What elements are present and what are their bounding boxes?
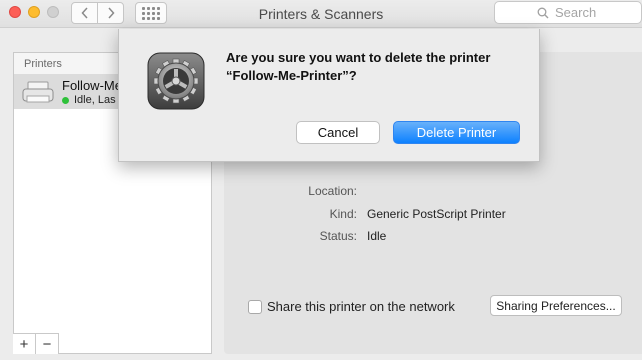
kind-row: Kind: Generic PostScript Printer xyxy=(224,207,642,225)
system-preferences-gear-icon xyxy=(147,52,205,110)
search-icon xyxy=(537,7,549,18)
remove-printer-button[interactable]: − xyxy=(36,334,59,354)
printer-status-text: Idle, Las xyxy=(74,94,116,106)
status-value: Idle xyxy=(367,229,387,243)
add-printer-button[interactable]: + xyxy=(13,334,36,354)
printer-icon xyxy=(22,81,54,103)
cancel-button[interactable]: Cancel xyxy=(296,121,380,144)
add-remove-controls: + − xyxy=(13,333,59,354)
share-printer-checkbox[interactable] xyxy=(248,299,262,314)
printer-status: Idle, Las xyxy=(62,94,116,106)
kind-value: Generic PostScript Printer xyxy=(367,207,506,221)
search-placeholder: Search xyxy=(555,5,597,20)
dialog-message-line1: Are you sure you want to delete the prin… xyxy=(226,50,491,65)
share-printer-option[interactable]: Share this printer on the network xyxy=(248,299,455,314)
status-row: Status: Idle xyxy=(224,229,642,247)
delete-confirmation-dialog: Are you sure you want to delete the prin… xyxy=(118,29,540,162)
kind-label: Kind: xyxy=(329,207,357,221)
status-label: Status: xyxy=(319,229,357,243)
sharing-preferences-button[interactable]: Sharing Preferences... xyxy=(490,295,622,316)
title-bar: Printers & Scanners Search xyxy=(0,0,642,28)
status-dot-icon xyxy=(62,96,69,104)
location-row: Location: xyxy=(224,184,642,202)
delete-printer-button[interactable]: Delete Printer xyxy=(393,121,520,144)
printer-name: Follow-Me xyxy=(62,78,122,93)
search-field[interactable]: Search xyxy=(494,1,642,24)
dialog-message-line2: “Follow-Me-Printer”? xyxy=(226,68,357,83)
location-label: Location: xyxy=(308,184,357,198)
share-printer-label: Share this printer on the network xyxy=(267,299,455,314)
dialog-message: Are you sure you want to delete the prin… xyxy=(226,49,526,85)
